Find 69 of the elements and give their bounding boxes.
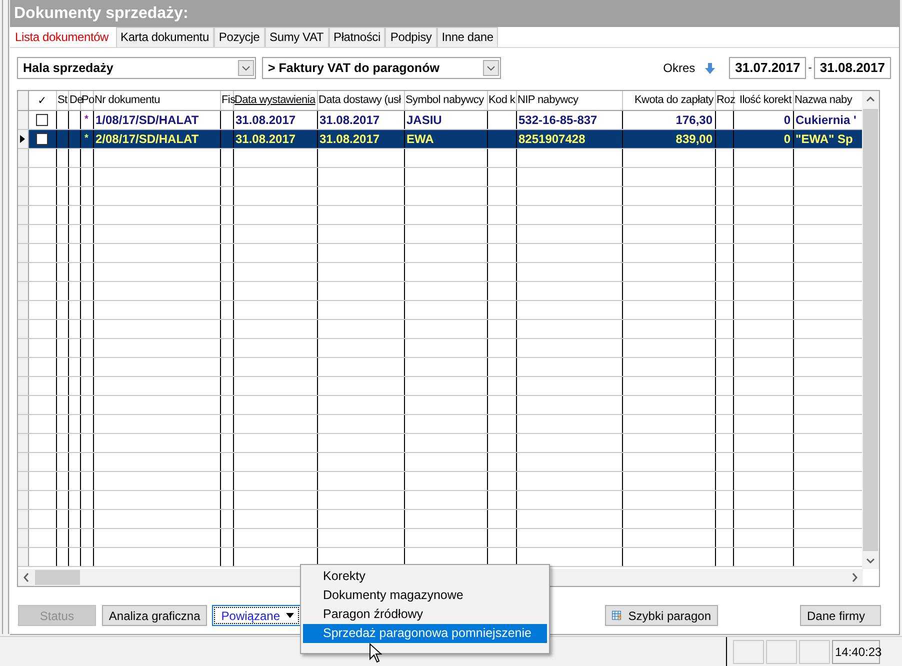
table-cell: "EWA" Sp xyxy=(796,132,853,146)
column-header[interactable]: NIP nabywcy xyxy=(518,94,578,106)
table-cell: 176,30 xyxy=(676,112,712,126)
table-cell: * xyxy=(84,133,88,144)
tab[interactable]: Płatności xyxy=(328,27,386,47)
caret-icon xyxy=(286,613,294,618)
arrow-down-icon[interactable] xyxy=(705,62,716,74)
table-cell: 8251907428 xyxy=(518,132,586,146)
split-button[interactable]: Dane firmy xyxy=(800,605,881,626)
table-cell: 1/08/17/SD/HALAT xyxy=(96,112,199,126)
status-panel xyxy=(799,640,830,664)
column-header[interactable]: Kod k xyxy=(488,94,516,106)
button[interactable]: Szybki paragon xyxy=(605,605,718,626)
column-header[interactable]: Data dostawy (usł xyxy=(318,94,401,106)
table-cell: 31.08.2017 xyxy=(320,112,380,126)
table-cell: 532-16-85-837 xyxy=(518,112,598,126)
date-to-field[interactable]: 31.08.2017 xyxy=(814,57,891,79)
column-header[interactable]: Nazwa naby xyxy=(794,94,852,106)
tab[interactable]: Karta dokumentu xyxy=(116,27,214,47)
current-row-icon xyxy=(20,134,25,142)
column-header[interactable]: Fis xyxy=(222,94,236,106)
filter-dropdown[interactable]: Hala sprzedaży xyxy=(17,57,256,79)
vertical-scrollbar[interactable] xyxy=(862,91,879,569)
table-cell: 0 xyxy=(784,112,790,126)
tab[interactable]: Sumy VAT xyxy=(264,27,329,47)
menu-item[interactable]: Sprzedaż paragonowa pomniejszenie xyxy=(303,624,547,643)
date-from-field[interactable]: 31.07.2017 xyxy=(729,57,806,79)
row-checkbox[interactable] xyxy=(36,132,48,144)
period-label: Okres xyxy=(663,61,696,75)
date-separator: - xyxy=(807,62,813,74)
table-cell: 31.08.2017 xyxy=(320,132,380,146)
table-cell: 2/08/17/SD/HALAT xyxy=(96,132,199,146)
menu-item[interactable]: Korekty xyxy=(303,567,547,586)
status-panel xyxy=(766,640,797,664)
column-header[interactable]: ✓ xyxy=(38,94,46,107)
column-header[interactable]: Symbol nabywcy xyxy=(406,94,484,106)
table-cell: 839,00 xyxy=(676,132,712,146)
dropdown-button[interactable]: Powiązane xyxy=(212,605,301,626)
horizontal-scrollbar[interactable] xyxy=(18,569,300,586)
table-cell: * xyxy=(84,114,88,125)
column-header[interactable]: De xyxy=(70,94,83,106)
column-header[interactable]: Data wystawienia xyxy=(234,94,316,106)
column-header[interactable]: Ilość korekt xyxy=(739,94,792,106)
table-cell: EWA xyxy=(406,132,434,146)
column-header[interactable]: Nr dokumentu xyxy=(94,94,160,106)
filter-dropdown[interactable]: > Faktury VAT do paragonów xyxy=(262,57,501,79)
window-title: Dokumenty sprzedaży: xyxy=(14,4,188,24)
menu-item[interactable]: Paragon źródłowy xyxy=(303,605,547,624)
tab[interactable]: Inne dane xyxy=(436,27,498,47)
table-cell: JASIU xyxy=(406,112,442,126)
table-cell: 31.08.2017 xyxy=(236,112,296,126)
status-time: 14:40:23 xyxy=(832,640,880,664)
chevron-down-icon xyxy=(483,60,499,76)
table-cell: 0 xyxy=(784,132,790,146)
row-checkbox[interactable] xyxy=(36,114,48,126)
table-cell: Cukiernia ' xyxy=(796,112,856,126)
menu-item[interactable]: Dokumenty magazynowe xyxy=(303,586,547,605)
mouse-pointer-icon xyxy=(369,643,383,663)
column-header[interactable]: Kwota do zapłaty xyxy=(634,94,714,106)
tab[interactable]: Podpisy xyxy=(385,27,437,47)
column-header[interactable]: Roz xyxy=(716,94,736,106)
scrollbar-thumb[interactable] xyxy=(35,570,80,585)
table-cell: 31.08.2017 xyxy=(236,132,296,146)
chevron-down-icon xyxy=(238,60,254,76)
button[interactable]: Analiza graficzna xyxy=(102,605,208,626)
scrollbar-track[interactable] xyxy=(551,569,863,586)
scrollbar-thumb[interactable] xyxy=(863,109,878,551)
status-panel xyxy=(733,640,764,664)
tab[interactable]: Pozycje xyxy=(214,27,265,47)
